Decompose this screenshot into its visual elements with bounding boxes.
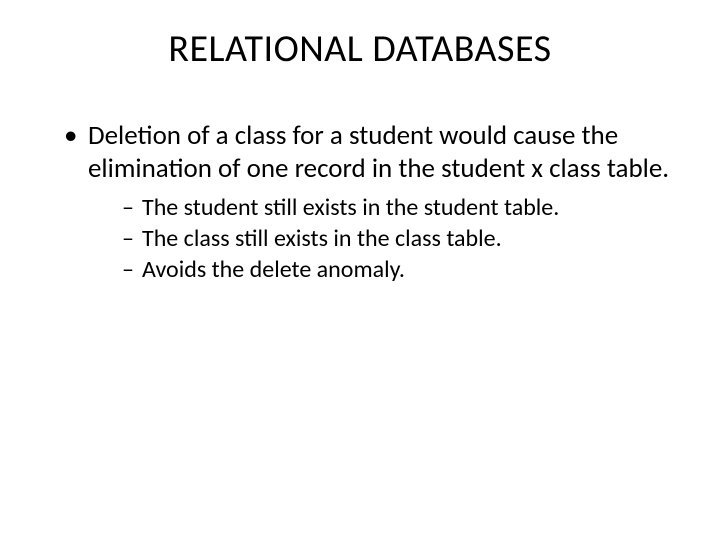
slide-body: Deletion of a class for a student would … [0,120,720,285]
bullet-sub: Avoids the delete anomaly. [122,254,684,285]
bullet-list-level1: Deletion of a class for a student would … [36,120,684,285]
bullet-list-level2: The student still exists in the student … [88,192,684,286]
bullet-sub-text: Avoids the delete anomaly. [142,255,405,284]
slide: RELATIONAL DATABASES Deletion of a class… [0,0,720,540]
bullet-sub: The student still exists in the student … [122,192,684,223]
bullet-main: Deletion of a class for a student would … [64,120,684,285]
bullet-sub-text: The class still exists in the class tabl… [142,224,502,253]
slide-title: RELATIONAL DATABASES [0,26,720,72]
bullet-main-text: Deletion of a class for a student would … [88,119,669,185]
bullet-sub-text: The student still exists in the student … [142,193,559,222]
bullet-sub: The class still exists in the class tabl… [122,223,684,254]
